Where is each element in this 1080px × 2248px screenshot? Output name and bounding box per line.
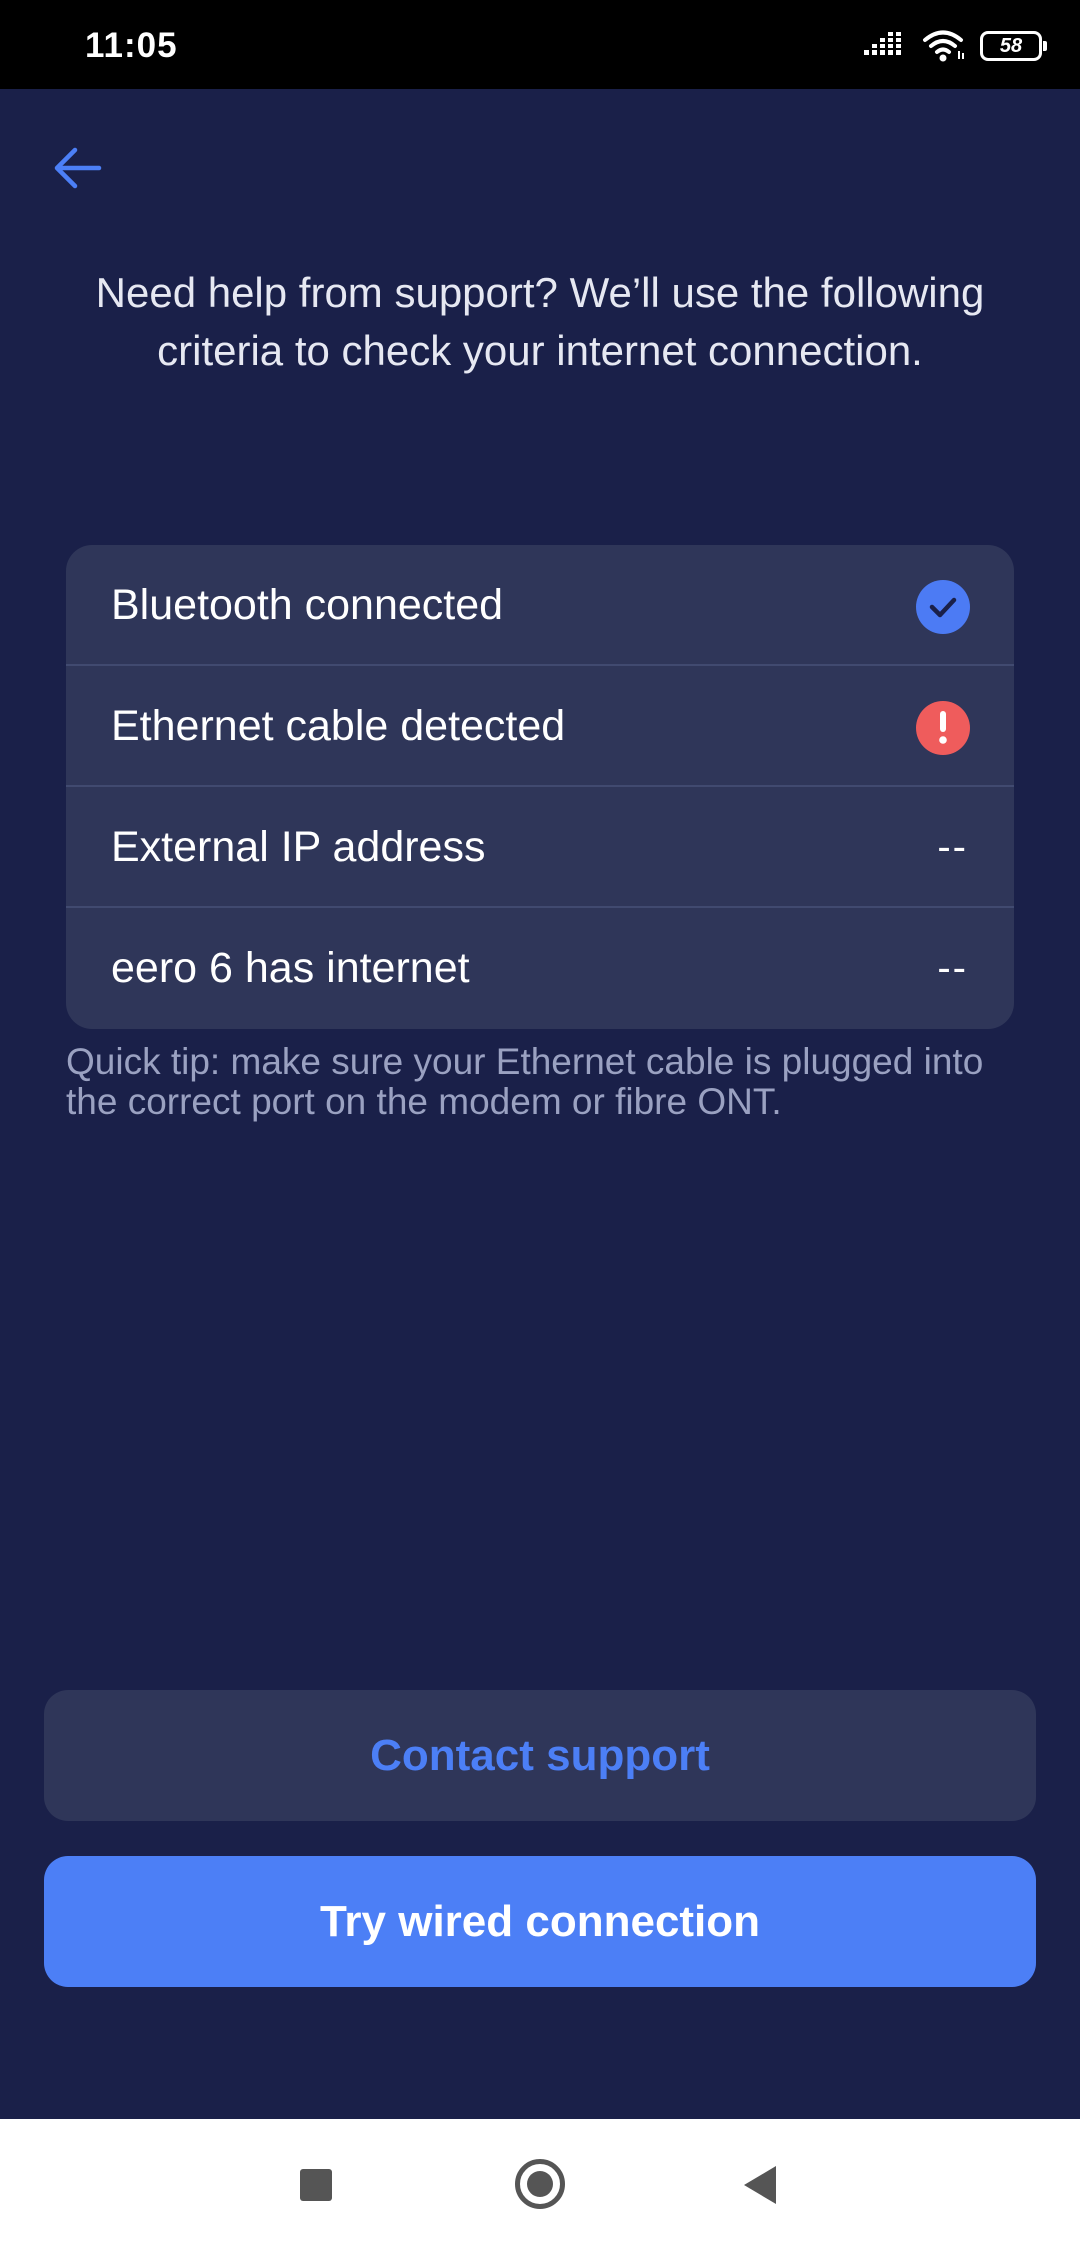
status-time: 11:05 — [85, 26, 178, 65]
back-triangle-icon[interactable] — [744, 2166, 776, 2204]
criteria-label: Ethernet cable detected — [111, 702, 566, 750]
alert-circle-icon — [916, 701, 970, 755]
criteria-label: eero 6 has internet — [111, 944, 470, 992]
status-icons: 58 — [864, 26, 1047, 66]
status-value: -- — [937, 946, 968, 990]
criteria-row-internet: eero 6 has internet -- — [66, 908, 1014, 1029]
try-wired-connection-button[interactable]: Try wired connection — [44, 1856, 1036, 1987]
recent-apps-icon[interactable] — [300, 2169, 332, 2201]
criteria-row-ethernet: Ethernet cable detected — [66, 666, 1014, 787]
intro-text: Need help from support? We’ll use the fo… — [95, 269, 985, 374]
criteria-row-bluetooth: Bluetooth connected — [66, 545, 1014, 666]
criteria-label: External IP address — [111, 823, 486, 871]
battery-level: 58 — [999, 34, 1023, 57]
signal-icon — [864, 32, 901, 55]
system-nav-bar — [0, 2119, 1080, 2248]
arrow-left-icon — [54, 147, 102, 189]
criteria-row-external-ip: External IP address -- — [66, 787, 1014, 908]
battery-icon: 58 — [980, 31, 1047, 61]
criteria-label: Bluetooth connected — [111, 581, 504, 629]
quick-tip: Quick tip: make sure your Ethernet cable… — [66, 1041, 984, 1122]
criteria-card: Bluetooth connected Ethernet cable detec… — [66, 545, 1014, 1029]
back-button[interactable] — [48, 138, 108, 198]
status-value: -- — [937, 825, 968, 869]
wifi-icon — [923, 30, 964, 62]
status-bar: 11:05 58 — [0, 0, 1080, 89]
contact-support-button[interactable]: Contact support — [44, 1690, 1036, 1821]
check-circle-icon — [916, 580, 970, 634]
home-icon[interactable] — [515, 2159, 565, 2209]
